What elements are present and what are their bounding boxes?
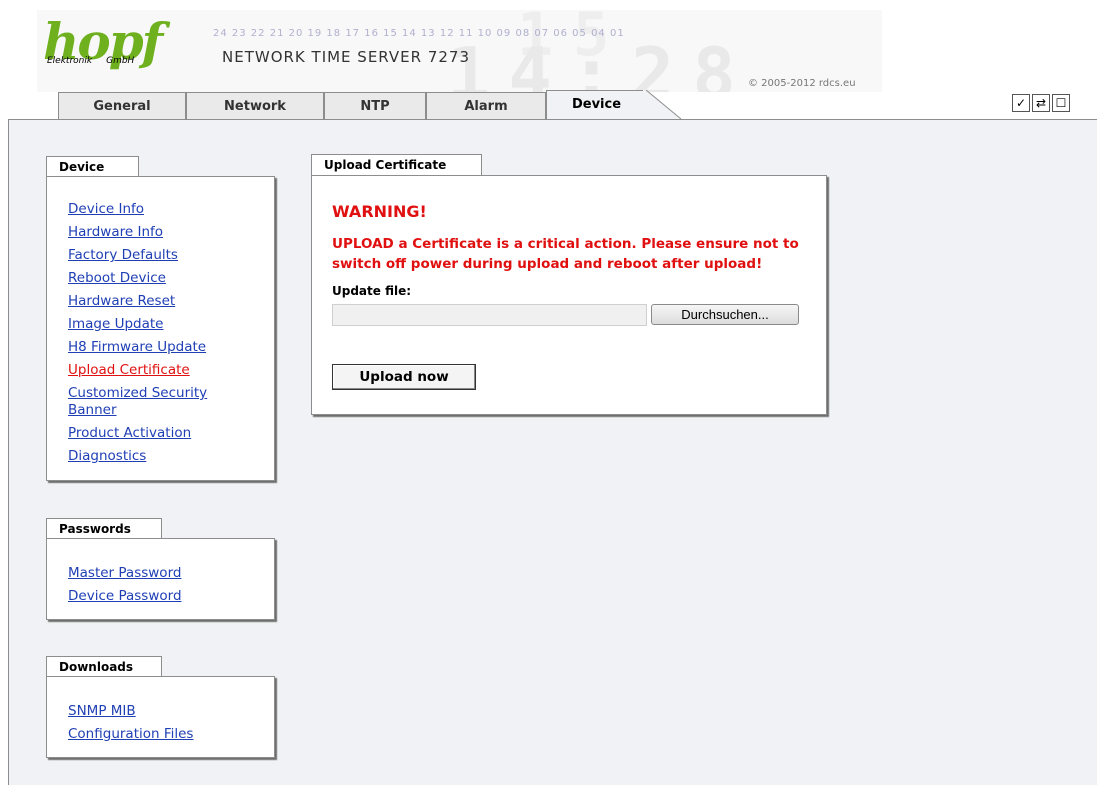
product-title: NETWORK TIME SERVER 7273 — [222, 48, 471, 66]
warning-text: UPLOAD a Certificate is a critical actio… — [332, 236, 799, 272]
passwords-panel: Master Password Device Password — [46, 538, 275, 620]
list-item: Diagnostics — [68, 445, 238, 468]
nav-reboot-device[interactable]: Reboot Device — [68, 270, 166, 286]
refresh-icon[interactable]: ⇄ — [1032, 94, 1050, 112]
list-item: Image Update — [68, 313, 238, 336]
hopf-logo: hopf Elektronik GmbH — [43, 12, 168, 71]
list-item: Master Password — [68, 562, 182, 585]
nav-factory-defaults[interactable]: Factory Defaults — [68, 247, 178, 263]
tab-alarm[interactable]: Alarm — [426, 92, 546, 119]
nav-diagnostics[interactable]: Diagnostics — [68, 448, 146, 464]
list-item: Configuration Files — [68, 723, 193, 746]
list-item: Customized Security Banner — [68, 385, 238, 419]
main-tabs: General Network NTP Alarm Device — [8, 88, 1097, 121]
tab-device[interactable]: Device — [546, 90, 646, 119]
upload-now-button[interactable]: Upload now — [332, 364, 476, 390]
update-file-label: Update file: — [332, 284, 412, 298]
apply-icon[interactable]: ✓ — [1012, 94, 1030, 112]
downloads-panel: SNMP MIB Configuration Files — [46, 676, 275, 758]
tab-network[interactable]: Network — [186, 92, 324, 119]
list-item: Reboot Device — [68, 267, 238, 290]
list-item: Upload Certificate — [68, 359, 238, 382]
list-item: H8 Firmware Update — [68, 336, 238, 359]
device-panel: Device Info Hardware Info Factory Defaul… — [46, 176, 275, 481]
nav-device-info[interactable]: Device Info — [68, 201, 144, 217]
device-panel-title: Device — [46, 156, 139, 177]
list-item: Device Info — [68, 198, 238, 221]
device-nav: Device Info Hardware Info Factory Defaul… — [68, 198, 238, 468]
list-item: Factory Defaults — [68, 244, 238, 267]
nav-snmp-mib[interactable]: SNMP MIB — [68, 703, 136, 719]
logo-sub-left: Elektronik — [47, 56, 93, 66]
upload-panel: WARNING! UPLOAD a Certificate is a criti… — [311, 175, 827, 415]
passwords-nav: Master Password Device Password — [68, 562, 182, 608]
tab-general[interactable]: General — [58, 92, 186, 119]
tab-ntp[interactable]: NTP — [324, 92, 426, 119]
toolbar-icons: ✓ ⇄ ☐ — [1012, 94, 1070, 114]
nav-upload-certificate[interactable]: Upload Certificate — [68, 362, 190, 378]
nav-hardware-reset[interactable]: Hardware Reset — [68, 293, 175, 309]
logo-sub-right: GmbH — [106, 56, 135, 66]
list-item: Hardware Reset — [68, 290, 238, 313]
list-item: Hardware Info — [68, 221, 238, 244]
nav-hardware-info[interactable]: Hardware Info — [68, 224, 163, 240]
passwords-panel-title: Passwords — [46, 518, 162, 539]
downloads-nav: SNMP MIB Configuration Files — [68, 700, 193, 746]
tab-device-slant — [643, 90, 682, 120]
nav-h8-firmware-update[interactable]: H8 Firmware Update — [68, 339, 206, 355]
content-area: Device Device Info Hardware Info Factory… — [8, 120, 1097, 785]
upload-panel-title: Upload Certificate — [311, 154, 482, 175]
nav-product-activation[interactable]: Product Activation — [68, 425, 191, 441]
timezone-counter: 24 23 22 21 20 19 18 17 16 15 14 13 12 1… — [213, 28, 625, 39]
list-item: Device Password — [68, 585, 182, 608]
logo-subtitle: Elektronik GmbH — [47, 56, 134, 66]
nav-master-password[interactable]: Master Password — [68, 565, 181, 581]
nav-device-password[interactable]: Device Password — [68, 588, 182, 604]
window-icon[interactable]: ☐ — [1052, 94, 1070, 112]
list-item: Product Activation — [68, 422, 238, 445]
nav-configuration-files[interactable]: Configuration Files — [68, 726, 193, 742]
warning-title: WARNING! — [332, 202, 427, 221]
downloads-panel-title: Downloads — [46, 656, 162, 677]
browse-button[interactable]: Durchsuchen... — [651, 304, 799, 325]
list-item: SNMP MIB — [68, 700, 193, 723]
update-file-input[interactable] — [332, 304, 647, 326]
banner-background-digits: 14:28 — [447, 32, 754, 92]
nav-image-update[interactable]: Image Update — [68, 316, 163, 332]
nav-customized-security-banner[interactable]: Customized Security Banner — [68, 385, 207, 418]
